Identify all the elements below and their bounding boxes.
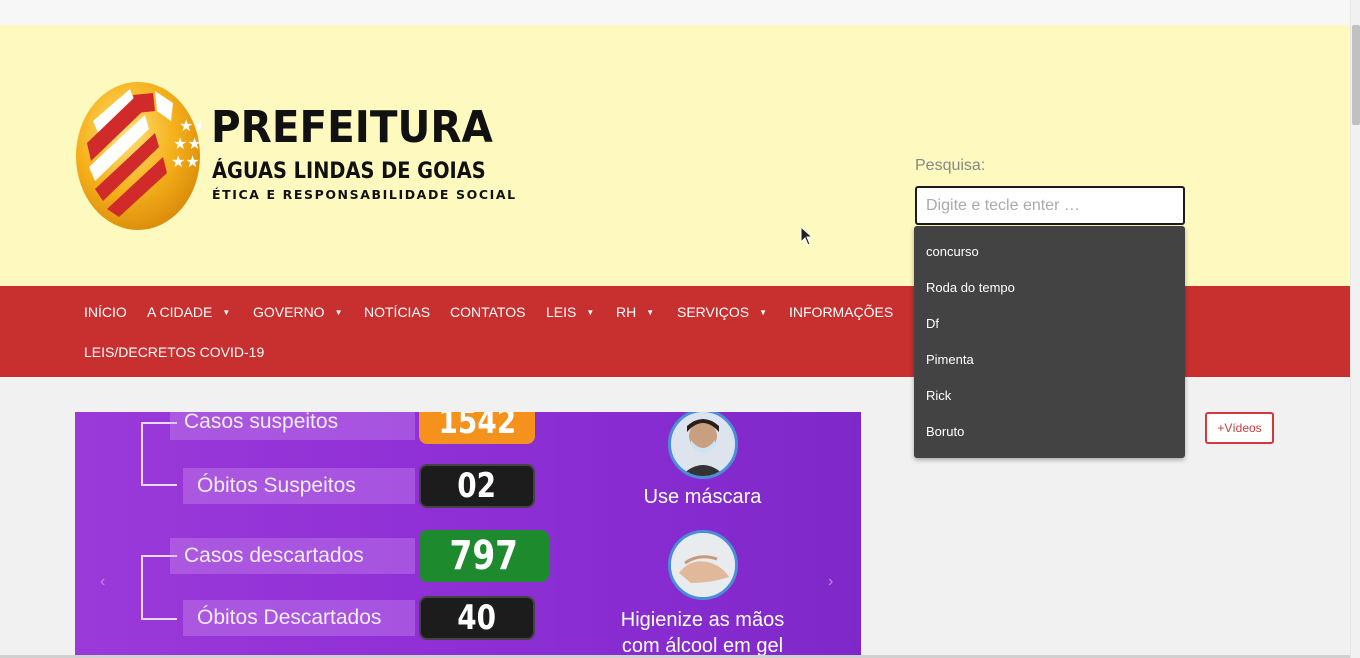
covid-banner-slider[interactable]: Casos suspeitos 1542 Óbitos Suspeitos 02… [75,412,861,658]
mouse-cursor-icon [800,225,814,246]
stat-value: 40 [419,596,535,640]
slider-next-arrow[interactable]: › [828,573,833,591]
search-label: Pesquisa: [915,157,986,174]
nav-item-a-cidade[interactable]: A CIDADE ▼ [147,305,230,319]
logo-motto: ÉTICA E RESPONSABILIDADE SOCIAL [212,187,517,202]
search-input[interactable] [915,186,1185,225]
stat-value: 02 [419,464,535,508]
caret-down-icon: ▼ [586,308,595,317]
nav-item-label: GOVERNO [253,304,325,320]
nav-item-label: NOTÍCIAS [364,304,431,320]
suggestion-item[interactable]: concurso [926,245,979,258]
svg-text:★★: ★★ [171,152,200,171]
nav-item-leis[interactable]: LEIS ▼ [546,305,594,319]
suggestion-item[interactable]: Roda do tempo [926,281,1015,294]
suggestion-item[interactable]: Boruto [926,425,964,438]
nav-item-governo[interactable]: GOVERNO ▼ [253,305,343,319]
browser-top-strip [0,0,1350,25]
stat-label: Óbitos Descartados [183,600,415,636]
more-videos-button[interactable]: +Vídeos [1205,412,1274,444]
logo-title: PREFEITURA [211,102,493,153]
nav-item-inicio[interactable]: INÍCIO [84,305,127,319]
logo-city-name: ÁGUAS LINDAS DE GOIAS [212,159,486,184]
stat-label: Óbitos Suspeitos [183,468,415,504]
scrollbar-thumb[interactable] [1352,25,1360,125]
stat-label: Casos suspeitos [170,412,415,440]
nav-item-label: INFORMAÇÕES [789,304,894,320]
city-emblem-icon: ★★ ★★ ★★ [76,82,201,230]
search-suggestions-dropdown: concurso Roda do tempo Df Pimenta Rick B… [914,226,1185,458]
svg-text:★★: ★★ [173,134,201,153]
svg-text:★★: ★★ [179,116,201,135]
nav-item-contatos[interactable]: CONTATOS [450,305,525,319]
caret-down-icon: ▼ [222,308,231,317]
suggestion-item[interactable]: Df [926,317,939,330]
stat-value: 797 [419,530,549,582]
mask-person-image [668,412,738,479]
vertical-scrollbar[interactable] [1350,0,1360,658]
tip-sanitize-hands: Higienize as mãos com álcool em gel [620,609,785,657]
nav-item-servicos[interactable]: SERVIÇOS ▼ [677,305,767,319]
nav-item-leis-decretos-covid[interactable]: LEIS/DECRETOS COVID-19 [84,345,264,359]
nav-item-label: CONTATOS [450,304,526,320]
suggestion-item[interactable]: Rick [926,389,951,402]
nav-item-label: SERVIÇOS [677,304,750,320]
nav-item-label: A CIDADE [147,304,213,320]
slider-prev-arrow[interactable]: ‹ [100,573,105,591]
nav-item-noticias[interactable]: NOTÍCIAS [364,305,430,319]
site-logo[interactable]: ★★ ★★ ★★ PREFEITURA ÁGUAS LINDAS DE GOIA… [75,81,515,231]
tip-use-mask: Use máscara [643,486,762,508]
nav-item-rh[interactable]: RH ▼ [616,305,654,319]
suggestion-item[interactable]: Pimenta [926,353,974,366]
caret-down-icon: ▼ [334,308,343,317]
stat-label: Casos descartados [170,538,415,574]
stat-value: 1542 [419,412,535,444]
nav-item-label: LEIS/DECRETOS COVID-19 [84,344,265,360]
caret-down-icon: ▼ [646,308,655,317]
nav-item-label: LEIS [546,304,577,320]
nav-item-label: INÍCIO [84,304,127,320]
nav-item-label: RH [616,304,637,320]
nav-item-informacoes[interactable]: INFORMAÇÕES [789,305,893,319]
caret-down-icon: ▼ [759,308,768,317]
hand-sanitizer-image [668,530,738,600]
